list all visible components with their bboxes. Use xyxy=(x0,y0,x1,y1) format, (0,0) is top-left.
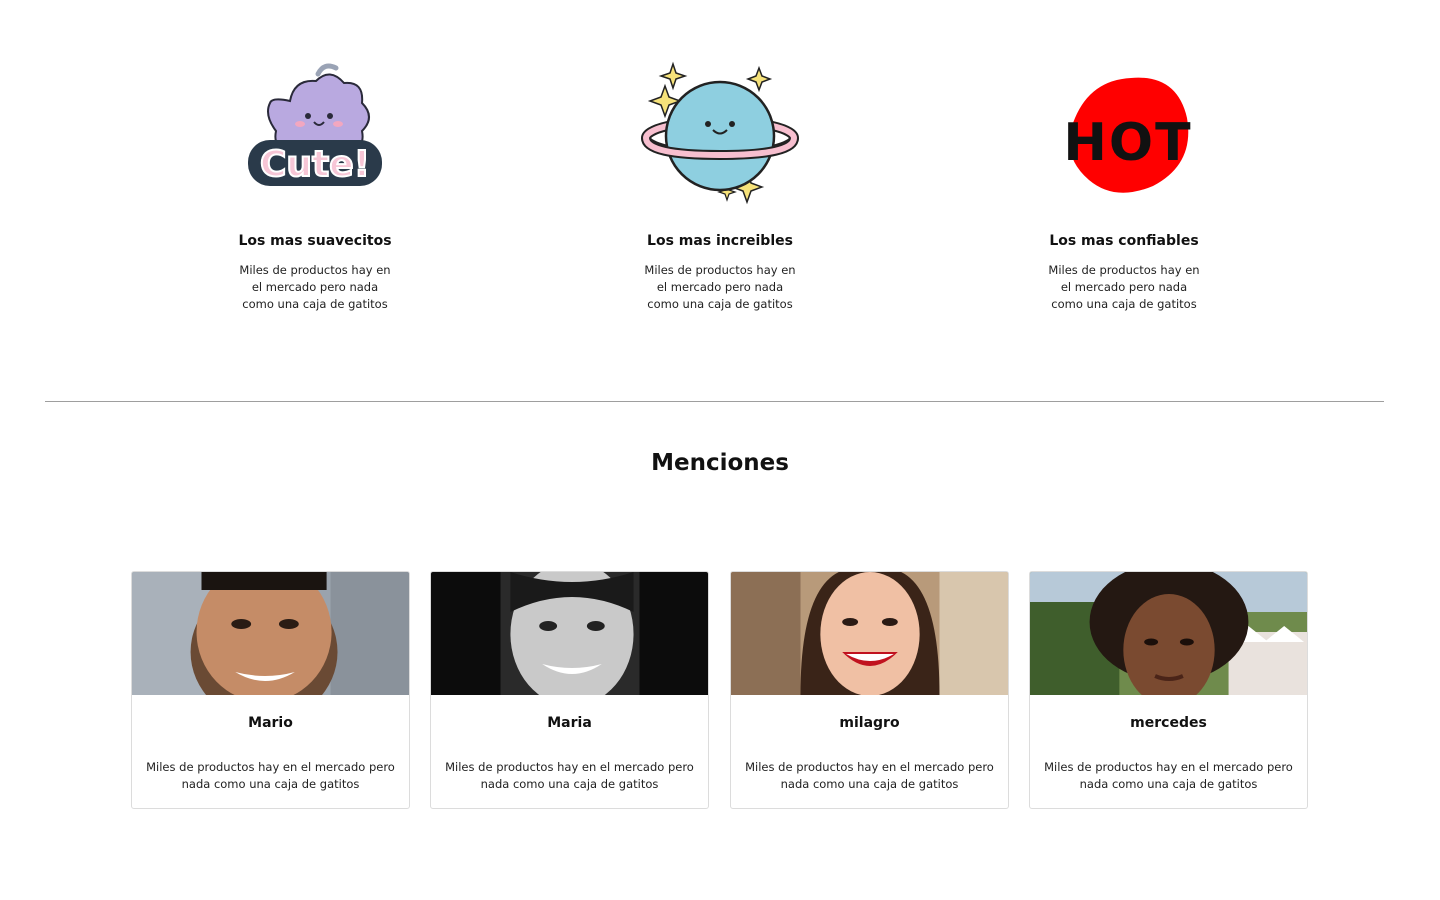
planet-sticker-icon xyxy=(641,61,799,205)
mention-card: milagro Miles de productos hay en el mer… xyxy=(730,571,1009,809)
mention-name: milagro xyxy=(839,715,900,731)
mentions-title: Menciones xyxy=(651,450,789,476)
avatar-photo xyxy=(132,572,409,695)
feature-title: Los mas suavecitos xyxy=(238,233,392,249)
feature-title: Los mas confiables xyxy=(1049,233,1199,249)
avatar-photo xyxy=(1030,572,1307,695)
svg-text:HOT: HOT xyxy=(1063,113,1192,173)
mention-text: Miles de productos hay en el mercado per… xyxy=(1044,760,1293,791)
mention-name: Maria xyxy=(547,715,592,731)
page: Cute! Los mas suavecitos Miles de produc… xyxy=(0,0,1440,900)
svg-text:Cute!: Cute! xyxy=(260,144,370,185)
mention-card: mercedes Miles de productos hay en el me… xyxy=(1029,571,1308,809)
mention-name: mercedes xyxy=(1130,715,1207,731)
hot-sticker-icon: HOT xyxy=(1063,77,1192,193)
feature-text: Miles de productos hay en el mercado per… xyxy=(239,263,391,311)
feature-title: Los mas increibles xyxy=(647,233,793,249)
mention-text: Miles de productos hay en el mercado per… xyxy=(146,760,395,791)
mention-text: Miles de productos hay en el mercado per… xyxy=(745,760,994,791)
mention-text: Miles de productos hay en el mercado per… xyxy=(445,760,694,791)
mention-card: Maria Miles de productos hay en el merca… xyxy=(430,571,709,809)
section-divider xyxy=(45,401,1384,402)
feature-text: Miles de productos hay en el mercado per… xyxy=(644,263,796,311)
feature-increibles: Los mas increibles Miles de productos ha… xyxy=(600,56,840,313)
mention-name: Mario xyxy=(248,715,293,731)
avatar-photo xyxy=(431,572,708,695)
mention-card: Mario Miles de productos hay en el merca… xyxy=(131,571,410,809)
feature-confiables: HOT Los mas confiables Miles de producto… xyxy=(1004,56,1244,313)
cute-sticker-icon: Cute! xyxy=(248,63,382,186)
feature-suavecitos: Cute! Los mas suavecitos Miles de produc… xyxy=(195,56,435,313)
feature-text: Miles de productos hay en el mercado per… xyxy=(1048,263,1200,311)
avatar-photo xyxy=(731,572,1008,695)
